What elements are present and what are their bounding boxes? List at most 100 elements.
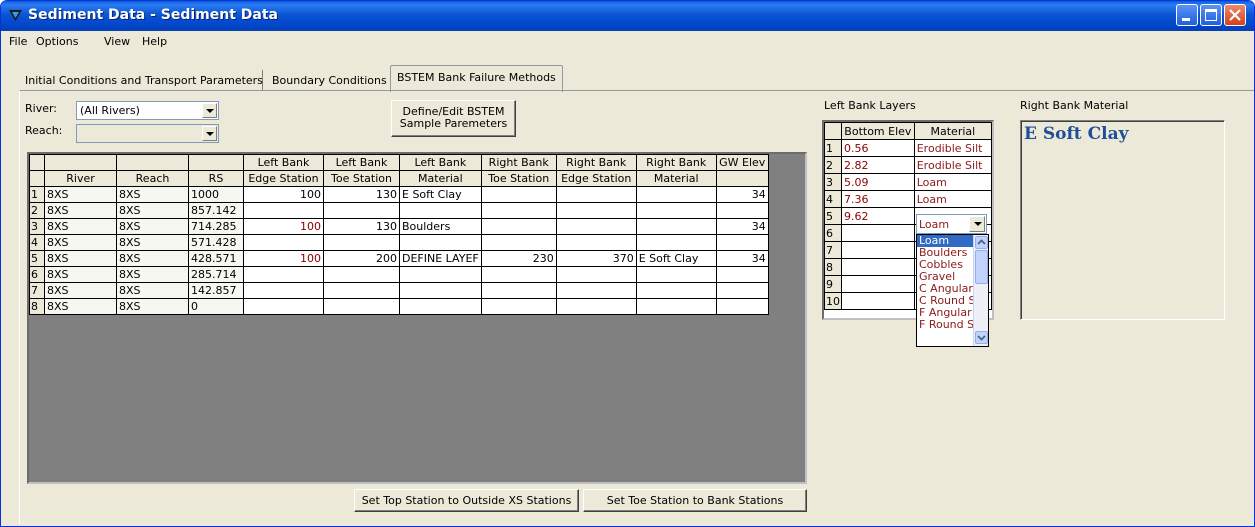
define-bstem-button[interactable]: Define/Edit BSTEM Sample Paremeters: [391, 100, 516, 137]
scroll-down-button[interactable]: [975, 331, 988, 344]
dropdown-option[interactable]: Loam: [917, 235, 974, 247]
table-cell[interactable]: 100: [243, 186, 324, 203]
table-cell[interactable]: 130: [323, 218, 400, 235]
table-cell[interactable]: [555, 186, 637, 203]
table-cell[interactable]: [323, 282, 400, 299]
table-cell[interactable]: [480, 186, 557, 203]
set-toe-station-button[interactable]: Set Toe Station to Bank Stations: [583, 489, 807, 512]
dropdown-option[interactable]: F Round S: [917, 319, 974, 331]
table-cell[interactable]: [480, 266, 557, 283]
table-cell[interactable]: 34: [715, 186, 769, 203]
tab-boundary-conditions[interactable]: Boundary Conditions: [272, 70, 387, 91]
table-cell[interactable]: Erodible Silt: [913, 139, 993, 157]
scroll-up-button[interactable]: [975, 236, 988, 249]
table-cell[interactable]: [399, 282, 482, 299]
table-cell[interactable]: [841, 258, 915, 276]
river-select[interactable]: (All Rivers): [76, 101, 219, 120]
table-cell[interactable]: [399, 234, 482, 251]
chevron-down-icon[interactable]: [202, 126, 217, 141]
menu-view[interactable]: View: [104, 35, 130, 48]
table-cell[interactable]: 7.36: [841, 190, 915, 208]
maximize-button[interactable]: [1200, 4, 1222, 26]
tab-bstem-bank-failure[interactable]: BSTEM Bank Failure Methods: [390, 65, 563, 92]
dropdown-scrollbar[interactable]: [973, 235, 988, 346]
table-cell[interactable]: [243, 202, 324, 219]
tab-initial-conditions[interactable]: Initial Conditions and Transport Paramet…: [25, 70, 263, 91]
minimize-button[interactable]: [1176, 4, 1198, 26]
table-cell[interactable]: 100: [243, 250, 324, 267]
table-cell[interactable]: [841, 241, 915, 259]
table-cell[interactable]: [323, 234, 400, 251]
table-cell[interactable]: [715, 202, 769, 219]
table-cell[interactable]: 5.09: [841, 173, 915, 191]
chevron-down-icon[interactable]: [969, 216, 985, 232]
table-cell[interactable]: 200: [323, 250, 400, 267]
dropdown-option[interactable]: C Angular: [917, 283, 974, 295]
table-cell[interactable]: DEFINE LAYEF: [399, 250, 482, 267]
table-cell[interactable]: [399, 266, 482, 283]
table-cell[interactable]: [715, 234, 769, 251]
table-cell[interactable]: [635, 298, 717, 315]
table-cell[interactable]: E Soft Clay: [399, 186, 482, 203]
table-cell[interactable]: 370: [555, 250, 637, 267]
dropdown-option[interactable]: Cobbles: [917, 259, 974, 271]
table-cell[interactable]: 0.56: [841, 139, 915, 157]
table-cell[interactable]: [480, 234, 557, 251]
table-cell[interactable]: [635, 202, 717, 219]
layer-material-select[interactable]: Loam: [916, 214, 987, 234]
set-top-station-button[interactable]: Set Top Station to Outside XS Stations: [354, 489, 579, 512]
reach-select[interactable]: [76, 124, 219, 143]
table-cell[interactable]: Loam: [913, 190, 993, 208]
table-cell[interactable]: [841, 275, 915, 293]
table-cell[interactable]: 130: [323, 186, 400, 203]
chevron-down-icon[interactable]: [202, 103, 217, 118]
menu-help[interactable]: Help: [142, 35, 167, 48]
table-cell[interactable]: Boulders: [399, 218, 482, 235]
dropdown-option[interactable]: F Angular: [917, 307, 974, 319]
table-cell[interactable]: Erodible Silt: [913, 156, 993, 174]
table-cell[interactable]: [243, 234, 324, 251]
table-cell[interactable]: Loam: [913, 173, 993, 191]
table-cell[interactable]: E Soft Clay: [635, 250, 717, 267]
table-cell[interactable]: [555, 218, 637, 235]
table-cell[interactable]: [243, 266, 324, 283]
menu-file[interactable]: File: [9, 35, 27, 48]
table-cell[interactable]: [323, 266, 400, 283]
menu-options[interactable]: Options: [36, 35, 78, 48]
table-cell[interactable]: 9.62: [841, 207, 915, 225]
table-cell[interactable]: 230: [480, 250, 557, 267]
table-cell[interactable]: [555, 282, 637, 299]
dropdown-option[interactable]: C Round S: [917, 295, 974, 307]
scroll-thumb[interactable]: [975, 250, 988, 284]
table-cell[interactable]: [555, 266, 637, 283]
table-cell[interactable]: [243, 282, 324, 299]
table-cell[interactable]: [555, 202, 637, 219]
close-button[interactable]: [1224, 4, 1246, 26]
table-cell[interactable]: [243, 298, 324, 315]
table-cell[interactable]: [635, 234, 717, 251]
table-cell[interactable]: [323, 202, 400, 219]
table-cell[interactable]: [841, 292, 915, 310]
table-cell[interactable]: [480, 282, 557, 299]
dropdown-option[interactable]: Gravel: [917, 271, 974, 283]
table-cell[interactable]: [715, 298, 769, 315]
table-cell[interactable]: [480, 202, 557, 219]
table-cell[interactable]: [399, 298, 482, 315]
table-cell[interactable]: [480, 218, 557, 235]
table-cell[interactable]: 100: [243, 218, 324, 235]
table-cell[interactable]: [715, 282, 769, 299]
table-cell[interactable]: [635, 282, 717, 299]
table-cell[interactable]: [555, 234, 637, 251]
table-cell[interactable]: [841, 224, 915, 242]
table-cell[interactable]: 34: [715, 218, 769, 235]
table-cell[interactable]: 34: [715, 250, 769, 267]
table-cell[interactable]: [715, 266, 769, 283]
title-bar[interactable]: Sediment Data - Sediment Data: [1, 1, 1254, 31]
table-cell[interactable]: [635, 186, 717, 203]
dropdown-option[interactable]: Boulders: [917, 247, 974, 259]
table-cell[interactable]: [323, 298, 400, 315]
table-cell[interactable]: [555, 298, 637, 315]
table-cell[interactable]: 2.82: [841, 156, 915, 174]
table-cell[interactable]: [635, 218, 717, 235]
table-cell[interactable]: [399, 202, 482, 219]
